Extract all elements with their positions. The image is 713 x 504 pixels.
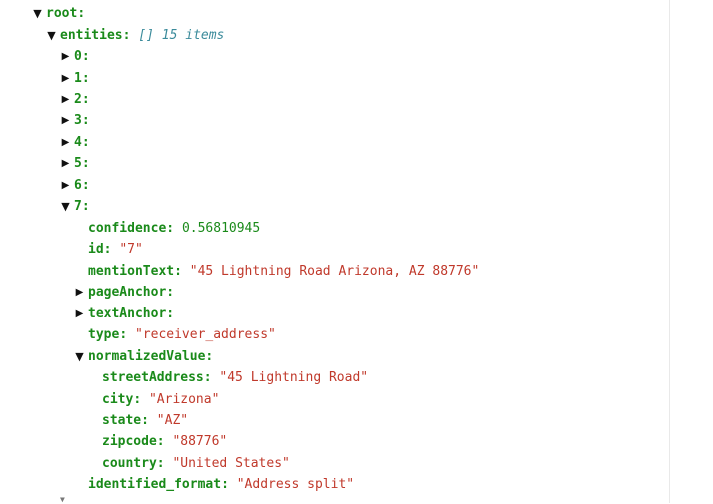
node-key: 1 bbox=[74, 71, 82, 86]
tree-node-entity-4[interactable]: ▶ 4: bbox=[60, 134, 90, 152]
node-key: 2 bbox=[74, 92, 82, 107]
field-state: state: "AZ" bbox=[102, 413, 189, 428]
tree-node-entity-7[interactable]: ▼ 7: bbox=[60, 198, 89, 216]
id-value: "7" bbox=[119, 242, 143, 257]
tree-node-page-anchor[interactable]: ▶ pageAnchor: bbox=[74, 284, 174, 302]
node-key: 6 bbox=[74, 178, 82, 193]
type-value: "receiver_address" bbox=[134, 327, 276, 342]
node-key: root bbox=[46, 6, 78, 21]
node-key: 3 bbox=[74, 113, 82, 128]
triangle-right-icon[interactable]: ▶ bbox=[60, 155, 71, 173]
tree-node-root[interactable]: ▼ root: bbox=[32, 5, 85, 23]
triangle-down-icon[interactable]: ▼ bbox=[46, 27, 57, 45]
node-key: 7 bbox=[74, 199, 82, 214]
field-zipcode: zipcode: "88776" bbox=[102, 434, 228, 449]
triangle-right-icon[interactable]: ▶ bbox=[60, 134, 71, 152]
state-value: "AZ" bbox=[156, 413, 189, 428]
mention-text-value: "45 Lightning Road Arizona, AZ 88776" bbox=[189, 264, 480, 279]
cut-off-row-indicator: ▼ bbox=[60, 495, 65, 504]
street-address-value: "45 Lightning Road" bbox=[219, 370, 369, 385]
field-type: type: "receiver_address" bbox=[88, 327, 276, 342]
field-city: city: "Arizona" bbox=[102, 392, 220, 407]
field-identified-format: identified_format: "Address split" bbox=[88, 477, 355, 492]
country-value: "United States" bbox=[172, 456, 290, 471]
triangle-right-icon[interactable]: ▶ bbox=[74, 305, 85, 323]
field-country: country: "United States" bbox=[102, 456, 290, 471]
tree-node-entity-3[interactable]: ▶ 3: bbox=[60, 112, 90, 130]
field-confidence: confidence: 0.56810945 bbox=[88, 221, 261, 236]
triangle-down-icon[interactable]: ▼ bbox=[32, 5, 43, 23]
triangle-right-icon[interactable]: ▶ bbox=[60, 48, 71, 66]
tree-node-normalized-value[interactable]: ▼ normalizedValue: bbox=[74, 348, 213, 366]
triangle-right-icon[interactable]: ▶ bbox=[74, 284, 85, 302]
triangle-right-icon[interactable]: ▶ bbox=[60, 91, 71, 109]
field-id: id: "7" bbox=[88, 242, 143, 257]
node-key: 4 bbox=[74, 135, 82, 150]
json-tree-viewer: ▼ root: ▼ entities: [] 15 items ▶ 0: ▶ 1: ▶ 2… bbox=[0, 0, 670, 504]
zipcode-value: "88776" bbox=[172, 434, 228, 449]
tree-node-entity-2[interactable]: ▶ 2: bbox=[60, 91, 90, 109]
node-key: 0 bbox=[74, 49, 82, 64]
tree-node-entities[interactable]: ▼ entities: [] 15 items bbox=[46, 27, 224, 45]
triangle-down-icon[interactable]: ▼ bbox=[74, 348, 85, 366]
tree-node-entity-5[interactable]: ▶ 5: bbox=[60, 155, 90, 173]
node-key: 5 bbox=[74, 156, 82, 171]
tree-node-entity-1[interactable]: ▶ 1: bbox=[60, 70, 90, 88]
city-value: "Arizona" bbox=[148, 392, 220, 407]
identified-format-value: "Address split" bbox=[236, 477, 355, 492]
tree-node-entity-6[interactable]: ▶ 6: bbox=[60, 177, 90, 195]
tree-node-text-anchor[interactable]: ▶ textAnchor: bbox=[74, 305, 174, 323]
triangle-down-icon[interactable]: ▼ bbox=[60, 198, 71, 216]
field-mention-text: mentionText: "45 Lightning Road Arizona,… bbox=[88, 264, 480, 279]
tree-node-entity-0[interactable]: ▶ 0: bbox=[60, 48, 90, 66]
confidence-value: 0.56810945 bbox=[181, 221, 261, 236]
node-key: entities bbox=[60, 28, 123, 43]
triangle-right-icon[interactable]: ▶ bbox=[60, 112, 71, 130]
triangle-right-icon[interactable]: ▶ bbox=[60, 177, 71, 195]
field-street-address: streetAddress: "45 Lightning Road" bbox=[102, 370, 369, 385]
triangle-right-icon[interactable]: ▶ bbox=[60, 70, 71, 88]
array-meta: [] 15 items bbox=[138, 28, 225, 43]
